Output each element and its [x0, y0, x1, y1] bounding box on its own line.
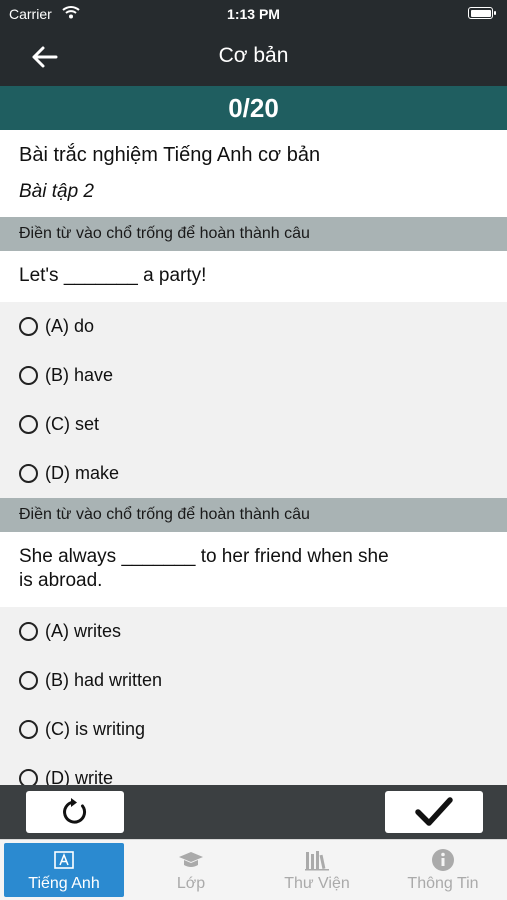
- tab-thong-tin[interactable]: Thông Tin: [383, 843, 503, 897]
- question-text-line: is abroad.: [19, 570, 103, 591]
- reset-button[interactable]: [26, 791, 124, 833]
- radio-icon[interactable]: [19, 622, 38, 641]
- quiz-content[interactable]: Bài trắc nghiệm Tiếng Anh cơ bản Bài tập…: [0, 130, 507, 785]
- option-label: (A) do: [45, 316, 95, 336]
- score-counter: 0/20: [0, 86, 507, 130]
- question-instruction: Điền từ vào chổ trống để hoàn thành câu: [0, 498, 507, 532]
- tab-label: Thông Tin: [407, 875, 479, 892]
- tab-tieng-anh[interactable]: Tiếng Anh: [4, 843, 124, 897]
- answer-option[interactable]: (D) make: [0, 449, 507, 498]
- radio-icon[interactable]: [19, 671, 38, 690]
- radio-icon[interactable]: [19, 317, 38, 336]
- battery-icon: [468, 7, 496, 19]
- tab-label: Thư Viện: [284, 875, 350, 892]
- header: Carrier 1:13 PM Cơ bản: [0, 0, 507, 86]
- option-label: (C) set: [45, 414, 99, 434]
- radio-icon[interactable]: [19, 464, 38, 483]
- radio-icon[interactable]: [19, 769, 38, 785]
- radio-icon[interactable]: [19, 415, 38, 434]
- quiz-title: Bài trắc nghiệm Tiếng Anh cơ bản: [0, 130, 507, 177]
- radio-icon[interactable]: [19, 720, 38, 739]
- refresh-icon: [63, 798, 86, 824]
- tab-lop[interactable]: Lớp: [131, 843, 251, 897]
- page-title: Cơ bản: [218, 44, 289, 67]
- question-instruction: Điền từ vào chổ trống để hoàn thành câu: [0, 217, 507, 251]
- answer-option[interactable]: (C) set: [0, 400, 507, 449]
- answer-option[interactable]: (D) write: [0, 754, 507, 785]
- info-icon: [432, 849, 454, 871]
- option-label: (B) had written: [45, 670, 163, 690]
- nav-bar: Cơ bản: [0, 28, 507, 86]
- answer-option[interactable]: (C) is writing: [0, 705, 507, 754]
- option-list: (A) do (B) have (C) set (D) make: [0, 302, 507, 498]
- tab-label: Lớp: [176, 875, 206, 892]
- option-label: (A) writes: [45, 621, 121, 641]
- answer-option[interactable]: (A) do: [0, 302, 507, 351]
- action-bar: [0, 785, 507, 839]
- option-label: (B) have: [45, 365, 114, 385]
- graduation-cap-icon: [179, 852, 203, 867]
- tab-label: Tiếng Anh: [28, 875, 100, 892]
- status-time: 1:13 PM: [227, 6, 280, 22]
- option-label: (D) write: [45, 768, 113, 785]
- question-text: Let's _______ a party!: [0, 251, 507, 302]
- tab-bar: Tiếng Anh Lớp Thư Viện Thông Tin: [0, 839, 507, 900]
- option-label: (D) make: [45, 463, 120, 483]
- option-list: (A) writes (B) had written (C) is writin…: [0, 607, 507, 785]
- answer-option[interactable]: (B) have: [0, 351, 507, 400]
- answer-option[interactable]: (B) had written: [0, 656, 507, 705]
- status-bar: Carrier 1:13 PM: [0, 0, 507, 28]
- question-text-line: She always _______ to her friend when sh…: [19, 546, 389, 567]
- book-a-icon: [54, 851, 74, 869]
- tab-thu-vien[interactable]: Thư Viện: [257, 843, 377, 897]
- quiz-subtitle: Bài tập 2: [0, 177, 507, 217]
- answer-option[interactable]: (A) writes: [0, 607, 507, 656]
- question-text: She always _______ to her friend when sh…: [0, 532, 507, 607]
- library-icon: [305, 851, 329, 871]
- radio-icon[interactable]: [19, 366, 38, 385]
- checkmark-icon: [415, 797, 453, 826]
- option-label: (C) is writing: [45, 719, 146, 739]
- submit-button[interactable]: [385, 791, 483, 833]
